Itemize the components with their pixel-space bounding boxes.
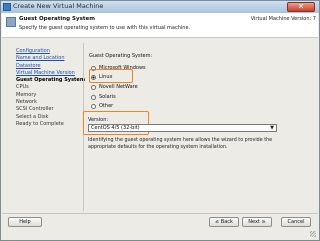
guest-os-label: Guest Operating System:	[89, 53, 153, 59]
page-subtitle: Specify the guest operating system to us…	[19, 25, 191, 31]
radio-button[interactable]	[91, 94, 96, 100]
step-scsi-controller: SCSI Controller	[16, 106, 54, 113]
resize-grip-icon[interactable]	[310, 231, 316, 237]
back-button[interactable]: ≤ Back	[209, 217, 239, 227]
step-guest-os: Guest Operating System	[16, 77, 86, 84]
linux-highlight-box	[89, 69, 133, 83]
wizard-steps: Configuration Name and Location Datastor…	[16, 48, 86, 128]
radio-button[interactable]	[91, 84, 96, 90]
close-button[interactable]: ✕	[287, 2, 315, 12]
step-network: Network	[16, 99, 37, 106]
radio-label: Other	[99, 103, 114, 109]
version-select[interactable]: CentOS 4/5 (32-bit) ▼	[88, 124, 277, 132]
next-button[interactable]: Next ≥	[242, 217, 272, 227]
guest-os-icon	[6, 17, 16, 27]
step-datastore[interactable]: Datastore	[16, 63, 86, 70]
window-title: Create New Virtual Machine	[13, 2, 104, 10]
version-select-value: CentOS 4/5 (32-bit)	[91, 125, 140, 131]
step-cpus: CPUs	[16, 84, 29, 91]
radio-button[interactable]	[91, 103, 96, 109]
chevron-down-icon[interactable]: ▼	[269, 126, 275, 131]
cancel-button[interactable]: Cancel	[281, 217, 311, 227]
divider-horizontal	[2, 213, 318, 214]
radio-solaris[interactable]: Solaris	[91, 93, 116, 101]
vm-version-label: Virtual Machine Version: 7	[250, 16, 316, 22]
step-vm-version[interactable]: Virtual Machine Version	[16, 70, 86, 77]
wizard-header: Guest Operating System Specify the guest…	[2, 13, 318, 38]
step-configuration[interactable]: Configuration	[16, 48, 86, 55]
wizard-window: Create New Virtual Machine ✕ Guest Opera…	[0, 0, 320, 241]
radio-novell-netware[interactable]: Novell NetWare	[91, 83, 138, 91]
title-bar[interactable]: Create New Virtual Machine ✕	[1, 1, 319, 13]
vm-icon	[3, 3, 11, 11]
step-ready: Ready to Complete	[16, 120, 64, 127]
radio-label: Solaris	[99, 94, 116, 100]
version-description: Identifying the guest operating system h…	[88, 138, 273, 150]
step-name-location[interactable]: Name and Location	[16, 55, 86, 62]
radio-label: Novell NetWare	[99, 84, 138, 90]
radio-other[interactable]: Other	[91, 102, 113, 110]
step-select-disk: Select a Disk	[16, 113, 49, 120]
version-label: Version:	[88, 117, 109, 123]
page-title: Guest Operating System	[19, 16, 95, 22]
help-button[interactable]: Help	[8, 217, 42, 227]
step-memory: Memory	[16, 91, 37, 98]
